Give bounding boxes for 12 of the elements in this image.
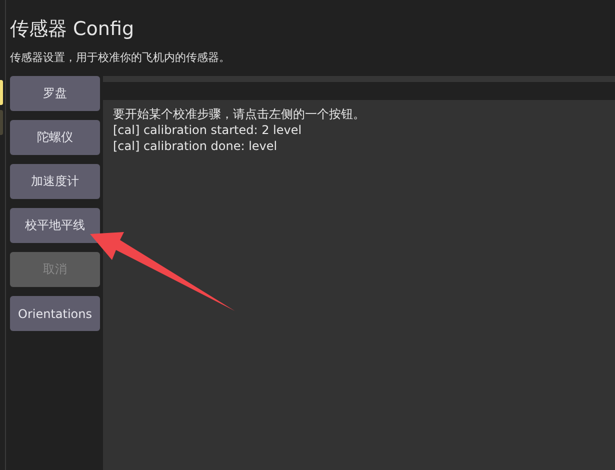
calibration-button[interactable]: 陀螺仪 xyxy=(10,120,100,155)
sidebar-marker xyxy=(0,110,3,135)
calibration-button[interactable]: Orientations xyxy=(10,296,100,331)
log-line: [cal] calibration done: level xyxy=(113,138,278,154)
sidebar-marker xyxy=(0,80,3,105)
page-description: 传感器设置，用于校准你的飞机内的传感器。 xyxy=(10,50,231,65)
calibration-button[interactable]: 罗盘 xyxy=(10,76,100,111)
calibration-button[interactable]: 加速度计 xyxy=(10,164,100,199)
page-title: 传感器 Config xyxy=(10,17,136,42)
log-line: 要开始某个校准步骤，请点击左侧的一个按钮。 xyxy=(113,106,366,122)
calibration-button[interactable]: 校平地平线 xyxy=(10,208,100,243)
log-line: [cal] calibration started: 2 level xyxy=(113,122,303,138)
